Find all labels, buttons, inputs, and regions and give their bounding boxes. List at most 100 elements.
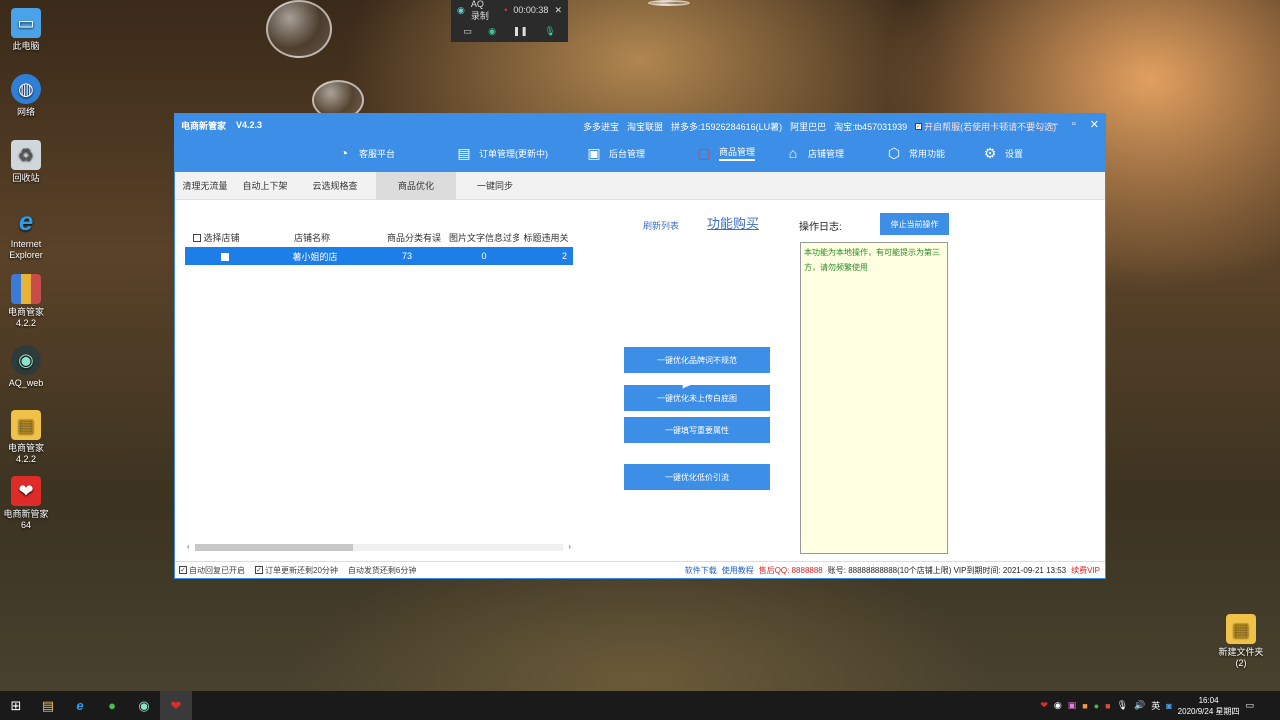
nav-customer-service[interactable]: ◔ 客服平台 bbox=[335, 144, 395, 162]
minimize-icon[interactable]: – bbox=[1052, 118, 1058, 131]
nav-order-management[interactable]: ▤ 订单管理(更新中) bbox=[455, 144, 548, 162]
cell-title-error: 2 bbox=[561, 251, 567, 261]
account-info: 账号: 88888888888(10个店铺上限) VIP到期时间: 2021-0… bbox=[827, 566, 1067, 575]
cell-shop-name: 薯小姐的店 bbox=[292, 251, 338, 262]
cell-category-error: 73 bbox=[401, 251, 412, 261]
link-taobao-union[interactable]: 淘宝联盟 bbox=[627, 120, 663, 133]
link-duoduo[interactable]: 多多进宝 bbox=[583, 120, 619, 133]
auto-ship-status: 自动发货还剩6分钟 bbox=[347, 565, 417, 575]
horizontal-scrollbar[interactable]: ‹ › bbox=[185, 542, 573, 552]
tray-search-icon[interactable]: ◙ bbox=[1166, 701, 1171, 711]
tray-red-icon[interactable]: ■ bbox=[1105, 701, 1110, 711]
scroll-left-icon[interactable]: ‹ bbox=[187, 542, 190, 551]
optimize-low-price-button[interactable]: 一键优化低价引流 bbox=[624, 464, 770, 490]
support-qq: 售后QQ: 8888888 bbox=[758, 566, 823, 575]
network-globe-icon: ◍ bbox=[11, 74, 41, 104]
monitor-chart-icon: ▣ bbox=[587, 144, 601, 161]
checkbox-checked-icon[interactable]: ✓ bbox=[915, 123, 923, 130]
select-all-checkbox[interactable] bbox=[193, 234, 201, 243]
optimize-brand-words-button[interactable]: 一键优化品牌词不规范 bbox=[624, 347, 770, 373]
main-nav: ◔ 客服平台 ▤ 订单管理(更新中) ▣ 后台管理 ▢ 商品管理 ⌂ 店铺管理 … bbox=[175, 136, 1105, 172]
window-capture-icon[interactable]: ▭ bbox=[463, 26, 472, 37]
tutorial-link[interactable]: 使用教程 bbox=[722, 565, 754, 576]
optimize-white-bg-image-button[interactable]: 一键优化未上传白底图 bbox=[624, 385, 770, 411]
window-controls: – ▫ ✕ bbox=[1052, 118, 1099, 131]
tab-goods-optimize[interactable]: 商品优化 bbox=[376, 172, 456, 200]
nav-store-management[interactable]: ⌂ 店铺管理 bbox=[784, 144, 844, 162]
helper-checkbox[interactable]: ✓ 开启帮服(若使用卡顿请不要勾选) bbox=[915, 120, 1056, 133]
tray-owl-icon[interactable]: ◉ bbox=[1054, 700, 1062, 711]
tab-cloud-spec[interactable]: 云选规格查 bbox=[305, 172, 365, 200]
desktop-icon-dianshang-new[interactable]: ❤ 电商新管家 64 bbox=[2, 476, 50, 531]
folder-icon: ▤ bbox=[11, 410, 41, 440]
nav-common-functions[interactable]: ⬡ 常用功能 bbox=[885, 144, 945, 162]
download-link[interactable]: 软件下载 bbox=[685, 565, 717, 576]
order-update-checkbox[interactable]: ✓ 订单更新还剩20分钟 bbox=[255, 565, 338, 576]
desktop-icon-aq-web[interactable]: ◉ AQ_web bbox=[2, 345, 50, 389]
nav-goods-management[interactable]: ▢ 商品管理 bbox=[695, 144, 756, 162]
file-explorer-icon[interactable]: ▤ bbox=[32, 691, 64, 720]
stop-operation-button[interactable]: 停止当前操作 bbox=[880, 213, 949, 235]
scroll-right-icon[interactable]: › bbox=[568, 542, 571, 551]
status-bar: ✓ 自动回复已开启 ✓ 订单更新还剩20分钟 自动发货还剩6分钟 软件下载 使用… bbox=[175, 561, 1105, 578]
start-windows-icon[interactable]: ⊞ bbox=[0, 691, 32, 720]
auto-reply-checkbox[interactable]: ✓ 自动回复已开启 bbox=[179, 565, 245, 576]
app-heart-icon: ❤ bbox=[11, 476, 41, 506]
fill-important-attributes-button[interactable]: 一键填写重要属性 bbox=[624, 417, 770, 443]
scrollbar-thumb[interactable] bbox=[195, 544, 353, 551]
tab-auto-listing[interactable]: 自动上下架 bbox=[235, 172, 295, 200]
microphone-icon[interactable]: 🎙 bbox=[1117, 700, 1128, 711]
tray-bag-icon[interactable]: ▣ bbox=[1068, 700, 1077, 711]
tray-app-icon[interactable]: ❤ bbox=[1040, 700, 1048, 711]
taobao-account[interactable]: 淘宝:tb457031939 bbox=[834, 120, 907, 133]
store-icon: ⌂ bbox=[788, 145, 798, 161]
buy-feature-link[interactable]: 功能购买 bbox=[707, 213, 759, 232]
pause-icon[interactable]: ❚❚ bbox=[513, 26, 528, 37]
header-image-text: 图片文字信息过多 bbox=[449, 232, 519, 243]
tab-one-key-sync[interactable]: 一键同步 bbox=[455, 172, 535, 200]
close-icon[interactable]: ✕ bbox=[554, 5, 562, 16]
owl-icon[interactable]: ◉ bbox=[128, 691, 160, 720]
notification-icon[interactable]: ▭ bbox=[1245, 700, 1254, 711]
clock[interactable]: 16:04 2020/9/24 星期四 bbox=[1178, 695, 1240, 717]
link-alibaba[interactable]: 阿里巴巴 bbox=[790, 120, 826, 133]
green-app-icon[interactable]: ● bbox=[96, 691, 128, 720]
tray-green-icon[interactable]: ● bbox=[1094, 701, 1099, 711]
desktop-icon-dianshang-folder[interactable]: ▤ 电商管家 4.2.2 bbox=[2, 410, 50, 465]
nav-settings[interactable]: ⚙ 设置 bbox=[981, 144, 1023, 162]
header-category-error: 商品分类有误 bbox=[386, 232, 441, 243]
header-select-shop: 选择店铺 bbox=[203, 232, 240, 243]
log-text: 本功能为本地操作，有可能提示为第三方，请勿频繁使用 bbox=[804, 248, 940, 272]
clipboard-icon: ▤ bbox=[457, 144, 471, 161]
tray-orange-icon[interactable]: ■ bbox=[1082, 701, 1087, 711]
clock-date: 2020/9/24 星期四 bbox=[1177, 706, 1240, 716]
title-bar: 电商新管家 V4.2.3 多多进宝 淘宝联盟 拼多多:15926284616(L… bbox=[175, 114, 1105, 136]
screen-recorder-widget: ◉ AQ录制 • 00:00:38 ✕ ▭ ◉ ❚❚ 🎙 bbox=[451, 0, 568, 42]
table-row[interactable]: 薯小姐的店 73 0 2 bbox=[185, 247, 573, 265]
desktop-icon-this-pc[interactable]: ▭ 此电脑 bbox=[2, 8, 50, 52]
desktop-icon-new-folder[interactable]: ▤ 新建文件夹 (2) bbox=[1216, 614, 1266, 669]
desktop-icon-network[interactable]: ◍ 网络 bbox=[2, 74, 50, 118]
record-icon[interactable]: ◉ bbox=[488, 26, 496, 37]
renew-vip-link[interactable]: 续费VIP bbox=[1071, 565, 1100, 576]
clock-time: 16:04 bbox=[1198, 695, 1219, 705]
desktop-icon-internet-explorer[interactable]: e Internet Explorer bbox=[2, 206, 50, 261]
app-heart-icon[interactable]: ❤ bbox=[160, 691, 192, 720]
internet-explorer-icon[interactable]: e bbox=[64, 691, 96, 720]
desktop-icon-dianshang-archive[interactable]: 电商管家 4.2.2 bbox=[2, 274, 50, 329]
tab-clean-no-traffic[interactable]: 清理无流量 bbox=[175, 172, 235, 200]
tray-language[interactable]: 英 bbox=[1151, 699, 1160, 712]
checkbox-checked-icon: ✓ bbox=[179, 566, 187, 574]
nav-backend[interactable]: ▣ 后台管理 bbox=[585, 144, 645, 162]
microphone-icon[interactable]: 🎙 bbox=[544, 26, 555, 37]
volume-icon[interactable]: 🔊 bbox=[1134, 700, 1145, 711]
desktop-icon-recycle-bin[interactable]: ♻ 回收站 bbox=[2, 140, 50, 184]
row-checkbox[interactable] bbox=[221, 252, 229, 261]
app-window: 电商新管家 V4.2.3 多多进宝 淘宝联盟 拼多多:15926284616(L… bbox=[174, 113, 1106, 579]
maximize-icon[interactable]: ▫ bbox=[1072, 118, 1076, 131]
operation-log[interactable]: 本功能为本地操作，有可能提示为第三方，请勿频繁使用 bbox=[800, 242, 948, 554]
refresh-list-link[interactable]: 刷新列表 bbox=[643, 219, 679, 232]
recording-dot-icon: • bbox=[504, 5, 508, 15]
close-icon[interactable]: ✕ bbox=[1090, 118, 1099, 131]
pdd-account[interactable]: 拼多多:15926284616(LU薯) bbox=[671, 120, 782, 133]
